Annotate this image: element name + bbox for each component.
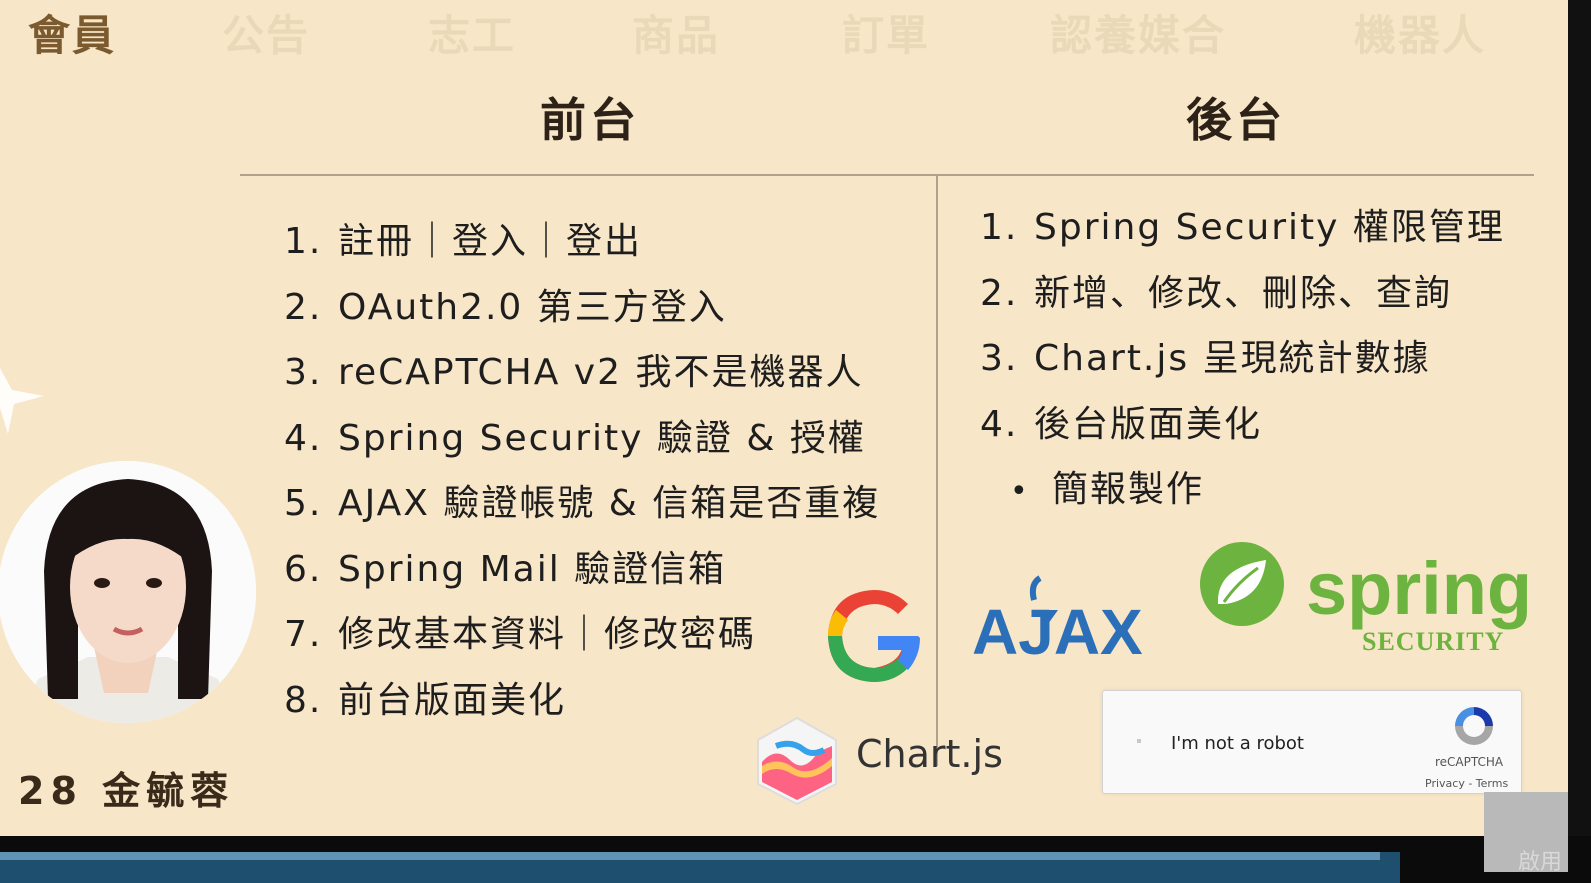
item-text: Spring Security 權限管理 xyxy=(1034,207,1505,248)
slide: 會員 公告 志工 商品 訂單 認養媒合 機器人 前台 後台 1. 註冊｜登入｜登出… xyxy=(0,0,1568,836)
spring-security-logo-icon: spring SECURITY xyxy=(1196,538,1532,660)
frontend-title: 前台 xyxy=(540,93,640,147)
item-text: OAuth2.0 第三方登入 xyxy=(338,286,727,328)
recaptcha-logo-icon xyxy=(1449,701,1499,755)
list-item: 4. 後台版面美化 xyxy=(980,395,1505,461)
presenter-name: 28 金毓蓉 xyxy=(18,769,235,813)
item-text: Chart.js 呈現統計數據 xyxy=(1034,338,1431,379)
top-nav: 會員 公告 志工 商品 訂單 認養媒合 機器人 xyxy=(0,0,1568,60)
item-number: 8. xyxy=(284,679,323,721)
list-item: 1. Spring Security 權限管理 xyxy=(980,198,1505,264)
presenter-photo xyxy=(0,461,256,723)
list-item: 6. Spring Mail 驗證信箱 xyxy=(284,540,880,606)
column-divider xyxy=(936,176,938,766)
nav-item-robot[interactable]: 機器人 xyxy=(1354,2,1486,63)
item-text: 註冊｜登入｜登出 xyxy=(338,221,643,262)
header-divider xyxy=(240,174,1534,176)
recaptcha-widget[interactable]: I'm not a robot reCAPTCHA Privacy - Term… xyxy=(1102,690,1522,794)
list-item: 5. AJAX 驗證帳號 & 信箱是否重複 xyxy=(284,474,880,540)
list-item: 3. Chart.js 呈現統計數據 xyxy=(980,329,1505,395)
nav-item-announcement[interactable]: 公告 xyxy=(222,2,310,63)
bottom-bar-highlight xyxy=(0,852,1380,860)
list-item: 2. OAuth2.0 第三方登入 xyxy=(284,278,880,344)
item-number: 5. xyxy=(284,483,323,524)
nav-item-member[interactable]: 會員 xyxy=(28,2,116,63)
frontend-list: 1. 註冊｜登入｜登出 2. OAuth2.0 第三方登入 3. reCAPTCHA … xyxy=(284,212,880,736)
star-decoration-icon xyxy=(0,358,46,442)
ajax-logo-text: AJAX xyxy=(972,596,1143,660)
item-text: 簡報製作 xyxy=(1052,469,1205,510)
item-number: 4. xyxy=(980,403,1019,445)
item-number: 3. xyxy=(980,338,1019,379)
list-item: 7. 修改基本資料｜修改密碼 xyxy=(284,605,880,671)
backend-list: 1. Spring Security 權限管理 2. 新增、修改、刪除、查詢 3. C… xyxy=(980,198,1505,526)
item-text: reCAPTCHA v2 我不是機器人 xyxy=(338,352,864,393)
item-number: 7. xyxy=(284,614,323,655)
item-text: 修改基本資料｜修改密碼 xyxy=(338,614,757,655)
nav-item-volunteer[interactable]: 志工 xyxy=(428,2,516,63)
item-number: 3. xyxy=(284,352,323,393)
item-text: 後台版面美化 xyxy=(1034,403,1263,445)
list-item: 3. reCAPTCHA v2 我不是機器人 xyxy=(284,343,880,409)
spring-logo-text: spring xyxy=(1306,547,1532,630)
recaptcha-checkbox[interactable] xyxy=(1137,739,1141,743)
bottom-bar xyxy=(0,836,1591,883)
recaptcha-brand: reCAPTCHA xyxy=(1435,755,1504,769)
google-logo-icon xyxy=(822,584,926,688)
item-number: 6. xyxy=(284,548,323,590)
ajax-logo-icon: AJAX xyxy=(972,574,1162,668)
backend-title: 後台 xyxy=(1186,93,1286,147)
nav-item-orders[interactable]: 訂單 xyxy=(842,2,930,63)
item-number: 2. xyxy=(284,286,323,328)
list-item: 1. 註冊｜登入｜登出 xyxy=(284,212,880,278)
list-item: 4. Spring Security 驗證 & 授權 xyxy=(284,409,880,475)
chartjs-label: Chart.js xyxy=(856,732,1003,776)
recaptcha-links[interactable]: Privacy - Terms xyxy=(1425,777,1508,790)
item-text: 新增、修改、刪除、查詢 xyxy=(1034,272,1453,314)
item-number: 2. xyxy=(980,272,1019,314)
item-text: 前台版面美化 xyxy=(338,679,567,721)
bullet-icon: • xyxy=(1010,474,1030,509)
right-edge-strip xyxy=(1568,0,1591,883)
list-item: 2. 新增、修改、刪除、查詢 xyxy=(980,264,1505,330)
nav-item-products[interactable]: 商品 xyxy=(632,2,720,63)
item-text: Spring Security 驗證 & 授權 xyxy=(338,417,866,459)
nav-item-adoption[interactable]: 認養媒合 xyxy=(1050,2,1226,63)
item-text: Spring Mail 驗證信箱 xyxy=(338,548,727,590)
chartjs-logo-icon xyxy=(752,716,842,810)
item-number: 4. xyxy=(284,417,323,459)
corner-label: 啟用 xyxy=(1518,850,1563,875)
item-number: 1. xyxy=(980,207,1019,248)
item-number: 1. xyxy=(284,221,323,262)
security-logo-text: SECURITY xyxy=(1362,627,1504,656)
item-text: AJAX 驗證帳號 & 信箱是否重複 xyxy=(338,483,881,524)
recaptcha-label: I'm not a robot xyxy=(1171,733,1304,754)
bullet-item: • 簡報製作 xyxy=(980,460,1505,526)
